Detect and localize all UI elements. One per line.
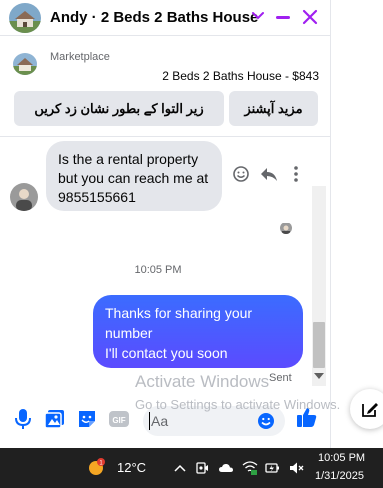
- text-caret: [149, 412, 150, 430]
- outgoing-message[interactable]: Thanks for sharing your number I'll cont…: [93, 295, 303, 368]
- minimize-button[interactable]: [276, 16, 290, 19]
- composer: GIF Aa: [0, 386, 331, 448]
- scrollbar-thumb[interactable]: [313, 322, 325, 368]
- scroll-down-arrow[interactable]: [314, 373, 324, 379]
- listing-thumbnail[interactable]: [13, 53, 37, 75]
- listing-title[interactable]: 2 Beds 2 Baths House - $843: [162, 69, 319, 83]
- microphone-icon[interactable]: [12, 408, 34, 430]
- seen-avatar: [280, 222, 292, 234]
- activate-windows-title: Activate Windows: [135, 372, 270, 391]
- clock-time[interactable]: 10:05 PM: [318, 452, 365, 464]
- outgoing-line-2: I'll contact you soon: [105, 345, 228, 361]
- message-timestamp: 10:05 PM: [134, 264, 182, 276]
- weather-temperature[interactable]: 12°C: [117, 460, 146, 475]
- chat-header: Andy · 2 Beds 2 Baths House: [0, 0, 331, 36]
- more-icon[interactable]: [292, 165, 300, 183]
- clock-date[interactable]: 1/31/2025: [315, 470, 364, 482]
- chevron-down-icon[interactable]: [251, 9, 265, 23]
- chevron-up-icon[interactable]: [172, 460, 188, 476]
- incoming-message[interactable]: Is the a rental property but you can rea…: [46, 141, 222, 211]
- gif-label: GIF: [112, 416, 125, 425]
- camera-icon[interactable]: [194, 460, 210, 476]
- reply-icon[interactable]: [260, 165, 278, 183]
- chat-title[interactable]: Andy · 2 Beds 2 Baths House: [50, 9, 258, 26]
- message-actions: [232, 165, 304, 185]
- listing-card: Marketplace 2 Beds 2 Baths House - $843 …: [0, 44, 331, 134]
- react-icon[interactable]: [232, 165, 250, 183]
- outgoing-line-1: Thanks for sharing your number: [105, 305, 253, 341]
- volume-muted-icon[interactable]: [288, 460, 304, 476]
- compose-icon: [362, 403, 378, 417]
- gif-icon[interactable]: GIF: [108, 408, 130, 430]
- activate-windows-subtitle: Go to Settings to activate Windows.: [135, 397, 341, 412]
- sender-avatar[interactable]: [10, 183, 38, 211]
- sent-status: Sent: [269, 372, 292, 384]
- new-message-button[interactable]: [350, 389, 383, 429]
- close-icon[interactable]: [302, 9, 318, 25]
- windows-taskbar: 1 12°C 10:05 PM 1/31/2025: [0, 448, 383, 488]
- contact-avatar[interactable]: [9, 3, 41, 33]
- battery-icon[interactable]: [264, 460, 280, 476]
- sticker-icon[interactable]: [76, 408, 98, 430]
- more-options-button[interactable]: مزید آپشنز: [229, 91, 318, 126]
- mark-pending-button[interactable]: زیر التوا کے بطور نشان زد کریں: [14, 91, 224, 126]
- weather-icon[interactable]: 1: [86, 458, 110, 480]
- emoji-icon[interactable]: [257, 412, 275, 430]
- wifi-icon[interactable]: [242, 460, 258, 476]
- message-placeholder: Aa: [151, 413, 169, 429]
- cloud-icon[interactable]: [218, 460, 234, 476]
- marketplace-label: Marketplace: [50, 51, 110, 63]
- message-list: Is the a rental property but you can rea…: [0, 137, 331, 386]
- photo-icon[interactable]: [44, 408, 66, 430]
